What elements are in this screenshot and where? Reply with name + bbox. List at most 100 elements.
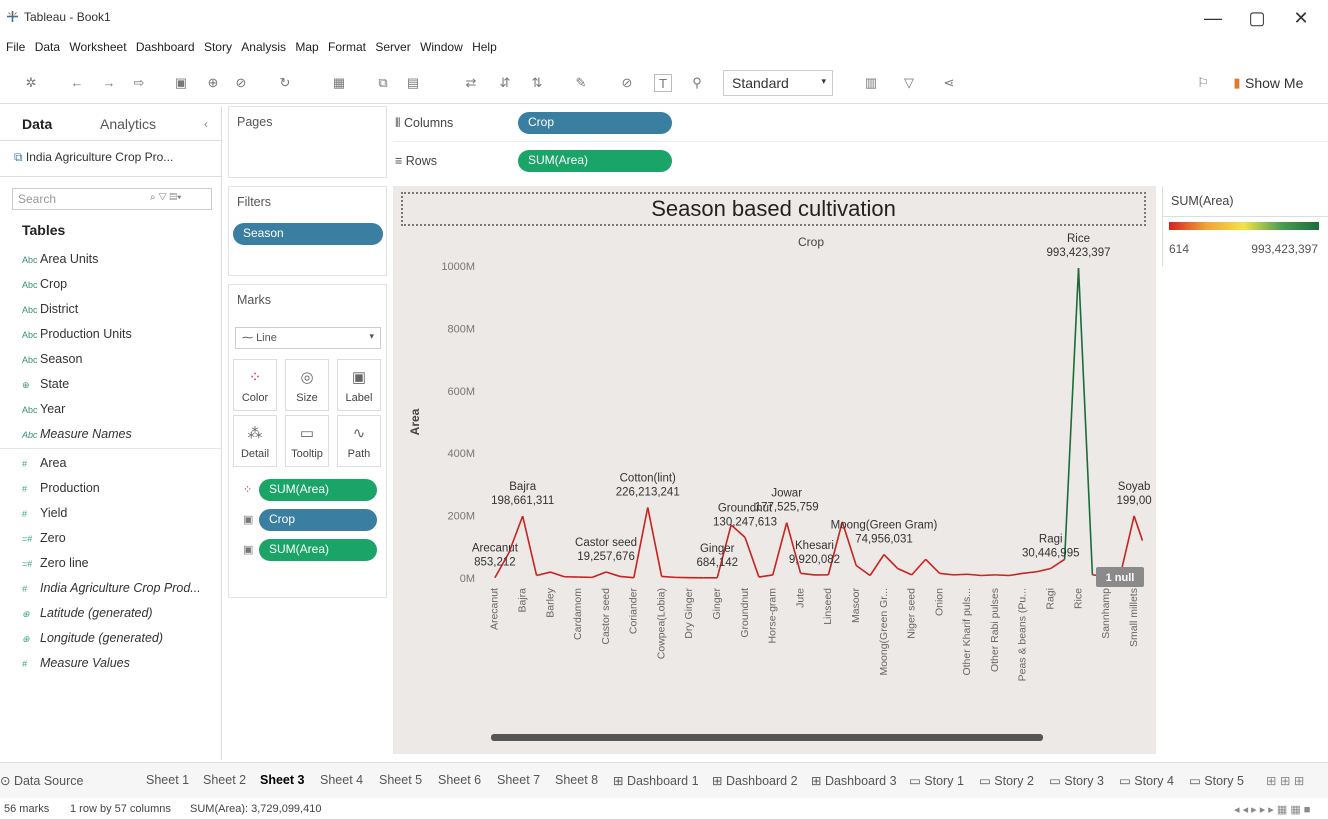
filter-pill-season[interactable]: Season bbox=[233, 223, 383, 245]
tab-sheet-4[interactable]: Sheet 4 bbox=[320, 773, 363, 787]
restore-button[interactable]: ▢ bbox=[1242, 6, 1272, 30]
field-district[interactable]: Abc District bbox=[22, 302, 78, 316]
pause-updates-icon[interactable]: ⊘ bbox=[232, 74, 250, 92]
menu-worksheet[interactable]: Worksheet bbox=[69, 36, 126, 58]
share-icon[interactable]: ⋖ bbox=[940, 74, 958, 92]
tab-sheet-1[interactable]: Sheet 1 bbox=[146, 773, 189, 787]
field-production-units[interactable]: Abc Production Units bbox=[22, 327, 132, 341]
field-measure-values[interactable]: # Measure Values bbox=[22, 656, 130, 670]
redo-icon[interactable]: → bbox=[100, 74, 118, 92]
tab-story-4[interactable]: ▭ Story 4 bbox=[1119, 773, 1174, 788]
menu-dashboard[interactable]: Dashboard bbox=[136, 36, 195, 58]
menu-format[interactable]: Format bbox=[328, 36, 366, 58]
marks-pill-sum-area-label[interactable]: SUM(Area) bbox=[259, 539, 377, 561]
field-zero[interactable]: =# Zero bbox=[22, 531, 66, 545]
tab-story-5[interactable]: ▭ Story 5 bbox=[1189, 773, 1244, 788]
field-zero-line[interactable]: =# Zero line bbox=[22, 556, 89, 570]
field-measure-names[interactable]: Abc Measure Names bbox=[22, 427, 132, 441]
fit-select[interactable]: Standard ▾ bbox=[723, 70, 833, 96]
marks-label-button[interactable]: ▣ Label bbox=[337, 359, 381, 411]
tab-dashboard-2[interactable]: ⊞ Dashboard 2 bbox=[712, 773, 798, 788]
field-state[interactable]: ⊕ State bbox=[22, 377, 69, 391]
field-area-units[interactable]: Abc Area Units bbox=[22, 252, 98, 266]
menu-analysis[interactable]: Analysis bbox=[241, 36, 286, 58]
marks-pill-sum-area-color[interactable]: SUM(Area) bbox=[259, 479, 377, 501]
tab-story-3[interactable]: ▭ Story 3 bbox=[1049, 773, 1104, 788]
sort-ascending-icon[interactable]: ⇵ bbox=[496, 74, 514, 92]
menu-file[interactable]: File bbox=[6, 36, 25, 58]
tab-data[interactable]: Data bbox=[22, 116, 52, 132]
datasource-item[interactable]: ⧉ India Agriculture Crop Pro... bbox=[14, 150, 173, 165]
new-sheet-icons[interactable]: ⊞ ⊞ ⊞ bbox=[1266, 773, 1304, 788]
duplicate-icon[interactable]: ⧉ bbox=[374, 74, 392, 92]
color-legend[interactable]: SUM(Area) 614 993,423,397 bbox=[1162, 186, 1328, 266]
tab-sheet-8[interactable]: Sheet 8 bbox=[555, 773, 598, 787]
field-longitude[interactable]: ⊕ Longitude (generated) bbox=[22, 631, 163, 645]
search-input[interactable]: Search bbox=[12, 188, 212, 210]
tab-sheet-3[interactable]: Sheet 3 bbox=[260, 773, 304, 787]
highlight-icon[interactable]: ✎ bbox=[572, 74, 590, 92]
field-year[interactable]: Abc Year bbox=[22, 402, 65, 416]
rows-shelf[interactable]: ≡ Rows SUM(Area) bbox=[393, 146, 1328, 182]
show-me-icon[interactable]: ▮ bbox=[1228, 74, 1246, 92]
marks-size-button[interactable]: ◎ Size bbox=[285, 359, 329, 411]
line-chart[interactable]: Crop Area 0M 200M 400M 600M 800M 1000M Arecanut B… bbox=[393, 186, 1156, 754]
tab-sheet-2[interactable]: Sheet 2 bbox=[203, 773, 246, 787]
marks-color-button[interactable]: ⁘ Color bbox=[233, 359, 277, 411]
replay-icon[interactable]: ⇨ bbox=[130, 74, 148, 92]
marks-pill-crop-label[interactable]: Crop bbox=[259, 509, 377, 531]
marks-detail-button[interactable]: ⁂ Detail bbox=[233, 415, 277, 467]
tab-sheet-6[interactable]: Sheet 6 bbox=[438, 773, 481, 787]
collapse-pane-icon[interactable]: ‹ bbox=[204, 117, 208, 131]
tab-dashboard-3[interactable]: ⊞ Dashboard 3 bbox=[811, 773, 897, 788]
field-season[interactable]: Abc Season bbox=[22, 352, 82, 366]
sort-descending-icon[interactable]: ⇅ bbox=[528, 74, 546, 92]
pages-shelf[interactable]: Pages bbox=[228, 106, 387, 178]
field-yield[interactable]: # Yield bbox=[22, 506, 67, 520]
menu-data[interactable]: Data bbox=[35, 36, 60, 58]
menu-story[interactable]: Story bbox=[204, 36, 232, 58]
menu-window[interactable]: Window bbox=[420, 36, 463, 58]
tab-sheet-5[interactable]: Sheet 5 bbox=[379, 773, 422, 787]
view-nav-icons[interactable]: ◂ ◂ ▸ ▸ ▸ ▦ ▦ ■ bbox=[1234, 803, 1310, 816]
tab-analytics[interactable]: Analytics bbox=[100, 116, 156, 132]
minimize-button[interactable]: — bbox=[1198, 6, 1228, 30]
clear-sheet-icon[interactable]: ▤ bbox=[404, 74, 422, 92]
close-button[interactable]: ✕ bbox=[1286, 6, 1316, 30]
tab-dashboard-1[interactable]: ⊞ Dashboard 1 bbox=[613, 773, 699, 788]
swap-icon[interactable]: ⇄ bbox=[462, 74, 480, 92]
marks-path-button[interactable]: ∿ Path bbox=[337, 415, 381, 467]
chart-view[interactable]: Season based cultivation Crop Area 0M 200M 4… bbox=[393, 186, 1156, 754]
field-production[interactable]: # Production bbox=[22, 481, 100, 495]
tooltip-icon[interactable]: ▽ bbox=[900, 74, 918, 92]
columns-pill-crop[interactable]: Crop bbox=[518, 112, 672, 134]
group-icon[interactable]: ⊘ bbox=[618, 74, 636, 92]
columns-shelf[interactable]: ⦀ Columns Crop bbox=[393, 106, 1328, 142]
tab-data-source[interactable]: ⊙ Data Source bbox=[0, 773, 83, 788]
show-cards-icon[interactable]: ▥ bbox=[862, 74, 880, 92]
tab-sheet-7[interactable]: Sheet 7 bbox=[497, 773, 540, 787]
mark-type-select[interactable]: ⁓ Line ▾ bbox=[235, 327, 381, 349]
field-area[interactable]: # Area bbox=[22, 456, 66, 470]
rows-pill-sum-area[interactable]: SUM(Area) bbox=[518, 150, 672, 172]
refresh-icon[interactable]: ↻ bbox=[276, 74, 294, 92]
fix-axes-icon[interactable]: ⚲ bbox=[688, 74, 706, 92]
show-labels-icon[interactable]: T bbox=[654, 74, 672, 92]
presentation-icon[interactable]: ⚐ bbox=[1194, 74, 1212, 92]
menu-map[interactable]: Map bbox=[295, 36, 318, 58]
undo-icon[interactable]: ← bbox=[68, 74, 86, 92]
menu-server[interactable]: Server bbox=[375, 36, 410, 58]
tableau-home-icon[interactable]: ✲ bbox=[22, 74, 40, 92]
field-crop[interactable]: Abc Crop bbox=[22, 277, 67, 291]
marks-tooltip-button[interactable]: ▭ Tooltip bbox=[285, 415, 329, 467]
tab-story-2[interactable]: ▭ Story 2 bbox=[979, 773, 1034, 788]
new-worksheet-icon[interactable]: ▦ bbox=[330, 74, 348, 92]
tab-story-1[interactable]: ▭ Story 1 bbox=[909, 773, 964, 788]
new-datasource-icon[interactable]: ⊕ bbox=[204, 74, 222, 92]
menu-help[interactable]: Help bbox=[472, 36, 497, 58]
field-india-agri-count[interactable]: # India Agriculture Crop Prod... bbox=[22, 581, 201, 595]
filters-shelf[interactable]: Filters Season bbox=[228, 186, 387, 276]
show-me-button[interactable]: Show Me bbox=[1245, 75, 1303, 91]
field-latitude[interactable]: ⊕ Latitude (generated) bbox=[22, 606, 153, 620]
save-icon[interactable]: ▣ bbox=[172, 74, 190, 92]
